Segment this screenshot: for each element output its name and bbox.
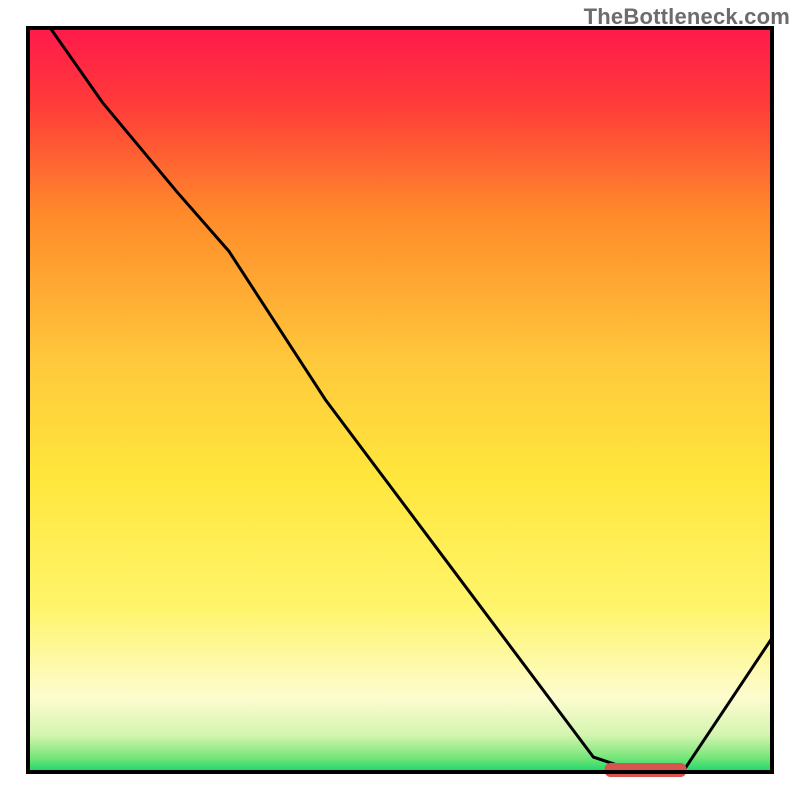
gradient-background <box>28 28 772 772</box>
bottleneck-chart <box>0 0 800 800</box>
watermark-text: TheBottleneck.com <box>584 4 790 30</box>
chart-container: TheBottleneck.com <box>0 0 800 800</box>
